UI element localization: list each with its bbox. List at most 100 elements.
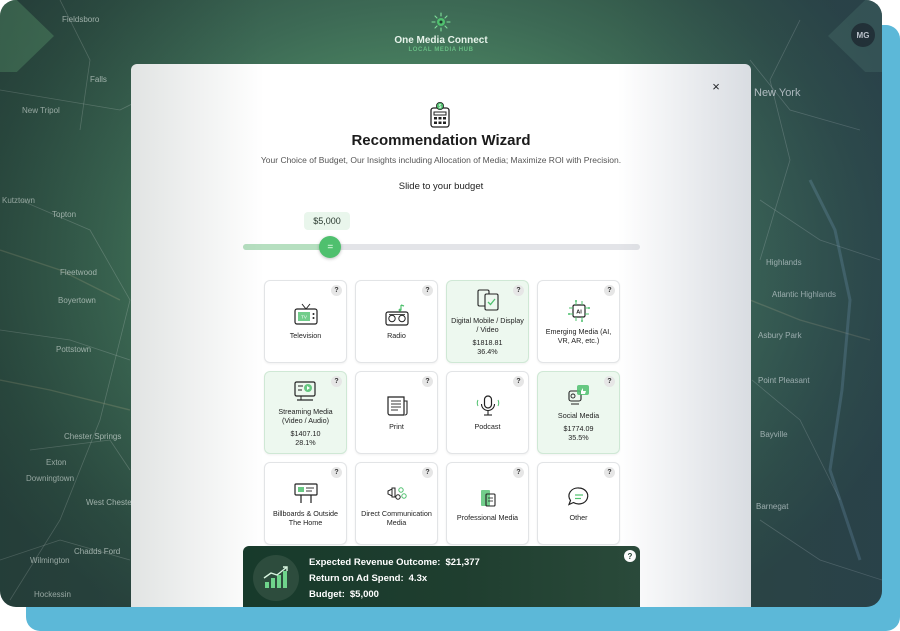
map-label: West Chester	[86, 498, 135, 507]
help-button[interactable]: ?	[422, 376, 433, 387]
brand-subtitle: LOCAL MEDIA HUB	[408, 47, 474, 53]
help-button[interactable]: ?	[513, 285, 524, 296]
ai-chip-icon: AI	[566, 299, 592, 323]
app-frame: Fieldsboro Falls New Tripol Kutztown Top…	[0, 0, 882, 607]
map-label: Chadds Ford	[74, 547, 121, 556]
wizard-title: Recommendation Wizard	[351, 132, 531, 149]
return-on-ad-spend: Return on Ad Spend: 4.3x	[309, 573, 427, 584]
expected-revenue: Expected Revenue Outcome: $21,377	[309, 557, 480, 568]
media-card-television[interactable]: ? TV Television	[264, 280, 347, 363]
svg-text:TV: TV	[301, 315, 307, 320]
map-label: Exton	[46, 458, 67, 467]
budget-value-bubble: $5,000	[304, 212, 350, 230]
close-button[interactable]: ×	[709, 80, 723, 94]
budget-summary-value: $5,000	[349, 589, 379, 600]
expected-revenue-label: Expected Revenue Outcome:	[309, 557, 441, 568]
media-card-label: Streaming Media (Video / Audio)	[278, 406, 333, 425]
media-card-direct-mail[interactable]: ? Direct Communication Media	[355, 462, 438, 545]
map-label: Fleetwood	[60, 268, 97, 277]
map-label: Chester Springs	[64, 432, 122, 441]
media-card-amount: $1818.81	[472, 337, 503, 347]
media-card-label: Emerging Media (AI, VR, AR, etc.)	[545, 326, 612, 345]
media-card-mobile-display[interactable]: ? Digital Mobile / Display / Video $1818.8…	[446, 280, 529, 363]
help-button[interactable]: ?	[422, 467, 433, 478]
wizard-subtitle: Your Choice of Budget, Our Insights incl…	[260, 155, 622, 165]
media-card-ai-chip[interactable]: ? AI Emerging Media (AI, VR, AR, etc.)	[537, 280, 620, 363]
media-card-label: Social Media	[557, 411, 600, 420]
outcome-help-button[interactable]: ?	[624, 550, 636, 562]
map-label: Atlantic Highlands	[772, 290, 837, 299]
media-card-label: Radio	[387, 331, 406, 340]
streaming-icon	[293, 379, 319, 403]
media-category-grid: ? TV Television? Radio? Digital Mobile / Dis…	[264, 280, 620, 545]
map-label: Falls	[90, 75, 107, 84]
media-card-billboard[interactable]: ? Billboards & Outside The Home	[264, 462, 347, 545]
map-label: Barnegat	[756, 502, 789, 511]
help-button[interactable]: ?	[513, 376, 524, 387]
media-card-amount: $1774.09	[563, 424, 594, 433]
microphone-icon	[475, 394, 501, 418]
help-button[interactable]: ?	[331, 376, 342, 387]
media-card-newspaper[interactable]: ? Print	[355, 371, 438, 454]
billboard-icon	[293, 481, 319, 505]
media-card-label: Television	[289, 331, 322, 340]
budget-summary: Budget: $5,000	[309, 589, 379, 600]
media-card-percent: 35.5%	[568, 433, 589, 442]
budget-slider-fill	[243, 244, 331, 250]
media-card-microphone[interactable]: ? Podcast	[446, 371, 529, 454]
budget-summary-label: Budget:	[309, 589, 345, 600]
budget-slider[interactable]: =	[243, 236, 640, 258]
media-card-label: Digital Mobile / Display / Video	[451, 315, 524, 334]
media-card-label: Billboards & Outside The Home	[272, 508, 339, 527]
media-card-chat-bubble[interactable]: ? Other	[537, 462, 620, 545]
media-card-streaming[interactable]: ? Streaming Media (Video / Audio) $1407.10…	[264, 371, 347, 454]
media-card-percent: 28.1%	[295, 437, 316, 447]
help-button[interactable]: ?	[604, 467, 615, 478]
media-card-label: Professional Media	[456, 513, 519, 522]
map-label: Fieldsboro	[62, 15, 100, 24]
avatar[interactable]: MG	[851, 23, 875, 47]
media-card-label: Direct Communication Media	[361, 508, 432, 527]
map-label: Wilmington	[30, 556, 70, 565]
chat-bubble-icon	[566, 485, 592, 509]
help-button[interactable]: ?	[331, 285, 342, 296]
media-card-professional-media[interactable]: ? Professional Media	[446, 462, 529, 545]
calculator-budget-icon: $	[429, 102, 451, 133]
map-label: Highlands	[766, 258, 802, 267]
brand-header: One Media Connect LOCAL MEDIA HUB	[340, 12, 542, 53]
newspaper-icon	[384, 394, 410, 418]
help-button[interactable]: ?	[513, 467, 524, 478]
help-button[interactable]: ?	[604, 285, 615, 296]
help-button[interactable]: ?	[331, 467, 342, 478]
media-card-percent: 36.4%	[477, 346, 498, 356]
media-card-label: Podcast	[474, 422, 501, 431]
media-card-label: Other	[569, 513, 588, 522]
map-label: Kutztown	[2, 196, 35, 205]
mobile-display-icon	[475, 288, 501, 312]
radio-icon	[384, 303, 410, 327]
map-label: Boyertown	[58, 296, 96, 305]
brand-logo-icon	[430, 12, 452, 37]
social-media-icon	[566, 383, 592, 407]
map-label: Downingtown	[26, 474, 75, 483]
map-label: New Tripol	[22, 106, 60, 115]
map-label: Asbury Park	[758, 331, 802, 340]
help-button[interactable]: ?	[604, 376, 615, 387]
media-card-radio[interactable]: ? Radio	[355, 280, 438, 363]
outcome-panel: Expected Revenue Outcome: $21,377 Return …	[243, 546, 640, 607]
professional-media-icon	[475, 485, 501, 509]
map-label: Point Pleasant	[758, 376, 810, 385]
recommendation-wizard-modal: × $ Recommendation Wizard Your Choice of…	[131, 64, 751, 607]
map-label: Topton	[52, 210, 77, 219]
media-card-amount: $1407.10	[290, 428, 321, 438]
media-card-social-media[interactable]: ? Social Media $1774.09 35.5%	[537, 371, 620, 454]
slider-title: Slide to your budget	[398, 181, 484, 192]
help-button[interactable]: ?	[422, 285, 433, 296]
map-label: New York	[754, 87, 801, 99]
svg-text:AI: AI	[576, 309, 582, 315]
map-label: Hockessin	[34, 590, 71, 599]
budget-slider-thumb[interactable]: =	[319, 236, 342, 258]
map-label: Bayville	[760, 430, 788, 439]
media-card-label: Print	[389, 422, 404, 431]
brand-name: One Media Connect	[394, 35, 488, 46]
